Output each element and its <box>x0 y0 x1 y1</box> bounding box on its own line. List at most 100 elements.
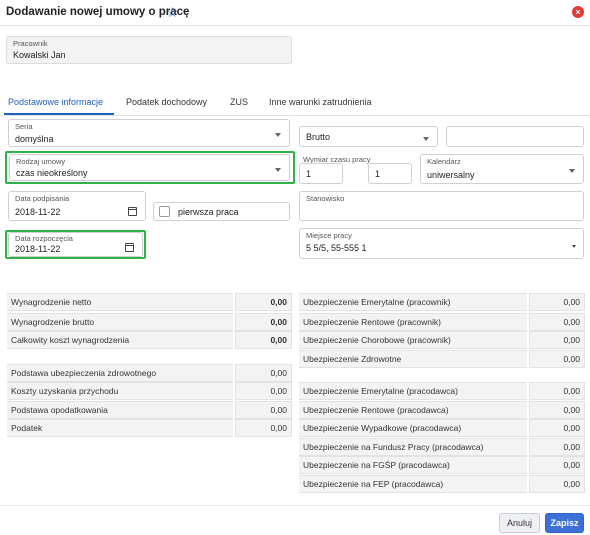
table-row: Całkowity koszt wynagrodzenia 0,00 <box>7 331 292 349</box>
amount-input[interactable] <box>446 126 584 147</box>
data-podpisania-input[interactable]: Data podpisania 2018-11-22 <box>8 191 146 221</box>
kalendarz-label: Kalendarz <box>427 157 461 166</box>
chevron-down-icon <box>275 167 281 172</box>
kalendarz-select[interactable]: Kalendarz uniwersalny <box>420 154 584 184</box>
row-label: Podatek <box>7 419 233 437</box>
row-label: Ubezpieczenie Zdrowotne <box>299 350 527 368</box>
row-label: Ubezpieczenie Emerytalne (pracownik) <box>299 293 527 311</box>
table-row: Wynagrodzenie brutto 0,00 <box>7 313 292 331</box>
table-row: Koszty uzyskania przychodu 0,00 <box>7 382 292 400</box>
data-rozpoczecia-input[interactable]: Data rozpoczęcia 2018-11-22 <box>8 232 143 257</box>
table-row: Ubezpieczenie na FEP (pracodawca) 0,00 <box>299 475 585 493</box>
employee-field: Pracownik Kowalski Jan <box>6 36 292 64</box>
row-value: 0,00 <box>529 331 585 349</box>
wymiar-numerator-input[interactable]: 1 <box>299 163 343 184</box>
row-value: 0,00 <box>235 401 292 419</box>
rodzaj-value: czas nieokreślony <box>16 168 88 178</box>
row-label: Podstawa ubezpieczenia zdrowotnego <box>7 364 233 382</box>
seria-select[interactable]: Seria domyślna <box>8 119 290 147</box>
table-row: Ubezpieczenie Emerytalne (pracownik) 0,0… <box>299 293 585 311</box>
table-row: Ubezpieczenie Rentowe (pracownik) 0,00 <box>299 313 585 331</box>
miejsce-value: 5 5/5, 55-555 1 <box>306 243 367 253</box>
data-podpisania-label: Data podpisania <box>15 194 70 203</box>
table-row: Podstawa opodatkowania 0,00 <box>7 401 292 419</box>
dialog-title: Dodawanie nowej umowy o pracę <box>6 6 190 18</box>
tab-zus[interactable]: ZUS <box>230 97 248 107</box>
row-label: Podstawa opodatkowania <box>7 401 233 419</box>
rodzaj-umowy-select[interactable]: Rodzaj umowy czas nieokreślony <box>9 154 290 181</box>
row-value: 0,00 <box>529 293 585 311</box>
row-label: Wynagrodzenie brutto <box>7 313 233 331</box>
chevron-down-icon <box>572 245 576 248</box>
row-value: 0,00 <box>235 364 292 382</box>
table-row: Ubezpieczenie Zdrowotne 0,00 <box>299 350 585 368</box>
wymiar-denominator: 1 <box>375 169 381 179</box>
miejsce-pracy-select[interactable]: Miejsce pracy 5 5/5, 55-555 1 <box>299 228 584 259</box>
tabs-divider <box>0 115 590 116</box>
chevron-down-icon <box>423 136 429 141</box>
pierwsza-praca-checkbox[interactable] <box>159 206 170 217</box>
table-row: Ubezpieczenie Chorobowe (pracownik) 0,00 <box>299 331 585 349</box>
employee-value: Kowalski Jan <box>13 50 66 60</box>
footer-divider <box>0 505 590 506</box>
star-icon[interactable]: ☆ <box>166 4 179 21</box>
brutto-value: Brutto <box>306 132 331 142</box>
row-label: Ubezpieczenie na FGŚP (pracodawca) <box>299 456 527 474</box>
row-value: 0,00 <box>529 456 585 474</box>
stanowisko-label: Stanowisko <box>306 194 345 203</box>
seria-label: Seria <box>15 122 33 131</box>
row-label: Ubezpieczenie na FEP (pracodawca) <box>299 475 527 493</box>
table-row: Podstawa ubezpieczenia zdrowotnego 0,00 <box>7 364 292 382</box>
data-rozpoczecia-label: Data rozpoczęcia <box>15 234 73 243</box>
table-row: Ubezpieczenie Wypadkowe (pracodawca) 0,0… <box>299 419 585 437</box>
cancel-button[interactable]: Anuluj <box>499 513 540 533</box>
table-row: Ubezpieczenie na Fundusz Pracy (pracodaw… <box>299 438 585 456</box>
stanowisko-input[interactable]: Stanowisko <box>299 191 584 221</box>
pierwsza-praca-field[interactable]: pierwsza praca <box>153 202 290 221</box>
wymiar-denominator-input[interactable]: 1 <box>368 163 412 184</box>
wymiar-numerator: 1 <box>306 169 312 179</box>
row-value: 0,00 <box>235 419 292 437</box>
row-value: 0,00 <box>235 331 292 349</box>
row-label: Koszty uzyskania przychodu <box>7 382 233 400</box>
table-row: Wynagrodzenie netto 0,00 <box>7 293 292 311</box>
close-icon[interactable]: × <box>572 6 584 18</box>
rodzaj-label: Rodzaj umowy <box>16 157 66 166</box>
row-label: Ubezpieczenie Rentowe (pracownik) <box>299 313 527 331</box>
row-value: 0,00 <box>235 293 292 311</box>
miejsce-label: Miejsce pracy <box>306 231 352 240</box>
table-row: Ubezpieczenie na FGŚP (pracodawca) 0,00 <box>299 456 585 474</box>
row-value: 0,00 <box>529 475 585 493</box>
data-podpisania-value: 2018-11-22 <box>15 207 61 217</box>
row-value: 0,00 <box>529 382 585 400</box>
chevron-down-icon <box>275 133 281 137</box>
row-label: Ubezpieczenie na Fundusz Pracy (pracodaw… <box>299 438 527 456</box>
row-label: Ubezpieczenie Rentowe (pracodawca) <box>299 401 527 419</box>
table-row: Podatek 0,00 <box>7 419 292 437</box>
brutto-select[interactable]: Brutto <box>299 126 438 147</box>
row-value: 0,00 <box>529 313 585 331</box>
tab-inne[interactable]: Inne warunki zatrudnienia <box>269 97 372 107</box>
tab-podstawowe[interactable]: Podstawowe informacje <box>8 97 103 107</box>
save-button[interactable]: Zapisz <box>545 513 584 533</box>
table-row: Ubezpieczenie Rentowe (pracodawca) 0,00 <box>299 401 585 419</box>
seria-value: domyślna <box>15 134 54 144</box>
row-value: 0,00 <box>529 401 585 419</box>
row-label: Ubezpieczenie Emerytalne (pracodawca) <box>299 382 527 400</box>
row-label: Wynagrodzenie netto <box>7 293 233 311</box>
row-value: 0,00 <box>529 438 585 456</box>
calendar-icon[interactable] <box>128 207 137 216</box>
row-label: Całkowity koszt wynagrodzenia <box>7 331 233 349</box>
row-value: 0,00 <box>235 313 292 331</box>
kalendarz-value: uniwersalny <box>427 170 475 180</box>
employee-label: Pracownik <box>13 39 48 48</box>
row-value: 0,00 <box>529 350 585 368</box>
pierwsza-praca-label: pierwsza praca <box>178 207 239 217</box>
title-divider <box>0 25 590 26</box>
row-value: 0,00 <box>529 419 585 437</box>
tab-podatek[interactable]: Podatek dochodowy <box>126 97 207 107</box>
calendar-icon[interactable] <box>125 243 134 252</box>
row-value: 0,00 <box>235 382 292 400</box>
chevron-down-icon <box>569 169 575 173</box>
data-rozpoczecia-value: 2018-11-22 <box>15 244 61 254</box>
